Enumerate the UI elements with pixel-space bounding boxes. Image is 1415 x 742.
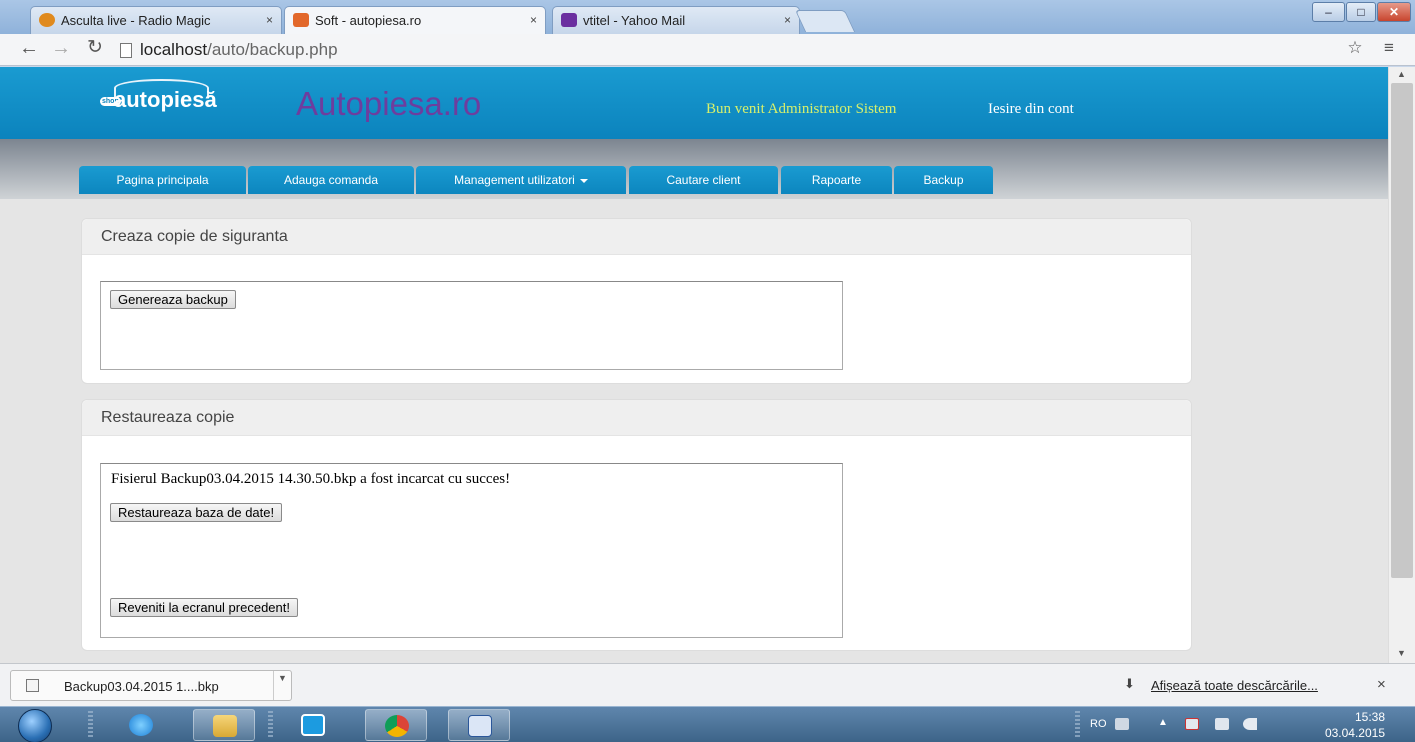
scroll-down-arrow-icon[interactable]: ▼ [1397, 648, 1406, 658]
restore-backup-panel: Restaureaza copie Fisierul Backup03.04.2… [81, 399, 1192, 651]
nav-add-order[interactable]: Adauga comanda [248, 166, 414, 194]
site-title: Autopiesa.ro [296, 85, 482, 122]
panel-title: Restaureaza copie [82, 400, 1191, 436]
folder-icon [213, 715, 237, 737]
nav-user-management[interactable]: Management utilizatori [416, 166, 626, 194]
bookmark-star-icon[interactable]: ☆ [1344, 38, 1366, 60]
welcome-text: Bun venit Administrator Sistem [706, 101, 897, 117]
backup-form-box: Genereaza backup [100, 281, 843, 370]
nav-label: Management utilizatori [454, 173, 575, 187]
create-backup-panel: Creaza copie de siguranta Genereaza back… [81, 218, 1192, 384]
taskbar-grip [88, 711, 93, 739]
autopiesa-favicon-icon [293, 13, 309, 27]
nav-label: Pagina principala [116, 173, 209, 187]
logo-wordmark: autopiesă [114, 87, 217, 112]
taskbar-chrome[interactable] [365, 709, 427, 741]
media-player-icon [301, 714, 325, 736]
radio-favicon-icon [39, 13, 55, 27]
scrollbar-thumb[interactable] [1391, 83, 1413, 578]
tab-title: Soft - autopiesa.ro [315, 13, 422, 28]
browser-titlebar: Asculta live - Radio Magic × Soft - auto… [0, 0, 1415, 34]
tab-close-icon[interactable]: × [530, 7, 537, 34]
nav-label: Adauga comanda [283, 173, 379, 187]
tab-radio-magic[interactable]: Asculta live - Radio Magic × [30, 6, 282, 34]
url-host: localhost [140, 40, 208, 59]
taskbar-grip [268, 711, 273, 739]
tab-title: vtitel - Yahoo Mail [583, 13, 686, 28]
menu-hamburger-icon[interactable]: ≡ [1378, 38, 1400, 60]
maximize-button[interactable]: □ [1346, 2, 1376, 22]
nav-label: Rapoarte [811, 173, 862, 187]
taskbar-explorer[interactable] [193, 709, 255, 741]
action-center-flag-icon[interactable] [1185, 718, 1199, 730]
show-hidden-icons-icon[interactable]: ▲ [1158, 717, 1168, 728]
url-path: /auto/backup.php [207, 40, 338, 59]
tab-title: Asculta live - Radio Magic [61, 13, 211, 28]
word-icon [468, 715, 492, 737]
keyboard-icon[interactable] [1115, 718, 1129, 730]
nav-client-search[interactable]: Cautare client [629, 166, 778, 194]
forward-arrow-icon[interactable]: → [50, 38, 72, 60]
nav-home[interactable]: Pagina principala [79, 166, 246, 194]
show-all-downloads-link[interactable]: Afișează toate descărcările... [1151, 678, 1318, 693]
page-icon [120, 43, 132, 58]
site-logo[interactable]: shop autopiesă [100, 79, 217, 113]
start-button[interactable] [6, 708, 66, 742]
web-page: shop autopiesă Autopiesa.ro Bun venit Ad… [0, 67, 1388, 663]
download-item[interactable]: Backup03.04.2015 1....bkp ▼ [10, 670, 292, 701]
download-bar: Backup03.04.2015 1....bkp ▼ ⬇ Afișează t… [0, 663, 1415, 706]
windows-logo-icon [18, 709, 52, 742]
clock-time[interactable]: 15:38 [1318, 710, 1385, 724]
file-icon [26, 679, 39, 692]
site-header: shop autopiesă Autopiesa.ro Bun venit Ad… [0, 67, 1388, 139]
download-arrow-icon: ⬇ [1124, 676, 1135, 691]
url-field[interactable]: localhost/auto/backup.php [140, 40, 338, 60]
taskbar-ie[interactable] [110, 709, 172, 741]
internet-explorer-icon [129, 714, 153, 736]
volume-icon[interactable] [1243, 718, 1257, 730]
divider [273, 671, 274, 700]
panel-title: Creaza copie de siguranta [82, 219, 1191, 255]
download-file-name: Backup03.04.2015 1....bkp [64, 679, 219, 694]
nav-label: Cautare client [666, 173, 741, 187]
nav-backup[interactable]: Backup [894, 166, 993, 194]
back-arrow-icon[interactable]: ← [18, 38, 40, 60]
network-icon[interactable] [1215, 718, 1229, 730]
tab-close-icon[interactable]: × [784, 7, 791, 34]
nav-label: Backup [923, 173, 964, 187]
nav-reports[interactable]: Rapoarte [781, 166, 892, 194]
language-indicator[interactable]: RO [1090, 718, 1107, 730]
close-icon[interactable]: × [1377, 676, 1386, 693]
chevron-down-icon[interactable]: ▼ [278, 673, 287, 683]
generate-backup-button[interactable]: Genereaza backup [110, 290, 236, 309]
logout-link[interactable]: Iesire din cont [988, 101, 1074, 118]
close-window-button[interactable]: ✕ [1377, 2, 1411, 22]
new-tab-button[interactable] [794, 10, 856, 32]
reload-icon[interactable]: ↻ [84, 38, 106, 60]
address-bar: ← → ↻ localhost/auto/backup.php ☆ ≡ [0, 34, 1415, 66]
windows-taskbar: RO ▲ 15:38 03.04.2015 [0, 706, 1415, 742]
tab-autopiesa[interactable]: Soft - autopiesa.ro × [284, 6, 546, 34]
upload-success-message: Fisierul Backup03.04.2015 14.30.50.bkp a… [111, 471, 511, 487]
tab-close-icon[interactable]: × [266, 7, 273, 34]
taskbar-word[interactable] [448, 709, 510, 741]
scroll-up-arrow-icon[interactable]: ▲ [1397, 69, 1406, 79]
main-nav: Pagina principala Adauga comanda Managem… [0, 139, 1388, 199]
back-to-previous-button[interactable]: Reveniti la ecranul precedent! [110, 598, 298, 617]
tab-yahoo-mail[interactable]: vtitel - Yahoo Mail × [552, 6, 800, 34]
page-scrollbar[interactable]: ▲ ▼ [1388, 67, 1415, 663]
taskbar-grip [1075, 711, 1080, 739]
dropdown-caret-icon [579, 178, 588, 183]
clock-date[interactable]: 03.04.2015 [1318, 726, 1385, 740]
system-tray: RO ▲ 15:38 03.04.2015 [1075, 707, 1415, 742]
minimize-button[interactable]: – [1312, 2, 1345, 22]
restore-form-box: Fisierul Backup03.04.2015 14.30.50.bkp a… [100, 463, 843, 638]
chrome-icon [385, 715, 409, 737]
restore-database-button[interactable]: Restaureaza baza de date! [110, 503, 283, 522]
mail-favicon-icon [561, 13, 577, 27]
taskbar-media[interactable] [282, 709, 344, 741]
